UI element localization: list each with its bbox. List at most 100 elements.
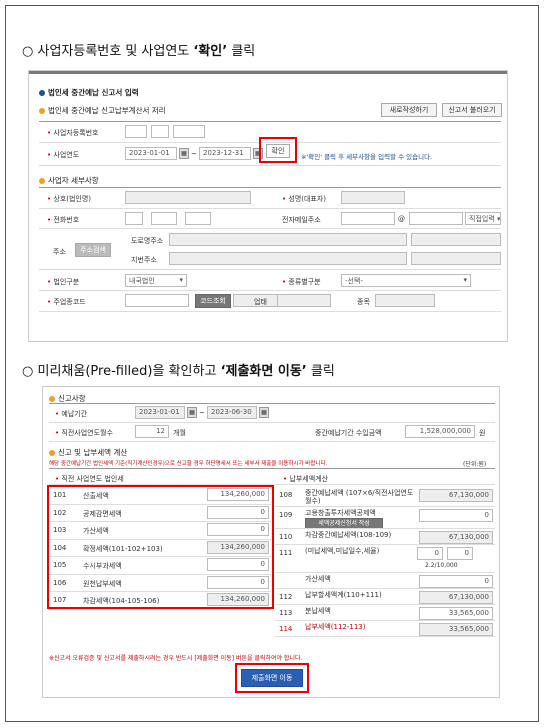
right-row-label: 분납세액 [305,607,331,615]
email-at: @ [398,215,405,223]
rep-name-label: • 성명(대표자) [282,195,327,203]
trade-name-label: • 상호(법인명) [47,195,92,203]
left-row-value[interactable]: 0 [207,558,269,571]
period-income-input[interactable]: 1,528,000,000 [405,425,475,438]
left-row-label: 가산세액 [83,527,109,535]
kind-select[interactable]: -선택- ▾ [341,274,471,287]
left-row-label: 수시부과세액 [83,562,122,570]
year-label: • 사업연도 [47,151,80,159]
bizno-label: • 사업자등록번호 [47,129,99,137]
left-row-no: 101 [53,491,67,499]
industry-code-input[interactable] [125,294,189,307]
highlight-box [259,137,297,163]
calendar-icon: ▦ [187,407,197,418]
taxpayer-section-title: 사업자 세부사항 [39,175,99,186]
email-domain-input[interactable] [409,212,463,225]
left-row-label: 원천납부세액 [83,579,122,588]
right-row-value: 67,130,000 [419,531,493,544]
corp-type-label: • 법인구분 [47,278,80,286]
lot-addr-label: 지번주소 [131,256,157,264]
end-date-input[interactable]: 2023-12-31 [199,147,251,160]
left-row-value: 134,260,000 [207,540,269,554]
bizno-input-3[interactable] [173,125,205,138]
right-row-no: 114 [279,625,293,633]
road-address-input[interactable] [169,233,407,246]
right-row-value: 33,565,000 [419,623,493,636]
right-row-label: 가산세액 [305,575,331,583]
form-subtitle: 법인세 중간예납 신고납부계산서 저리 [39,105,166,116]
rep-name-input[interactable] [341,191,405,204]
unit-label: (단위:원) [463,461,487,468]
left-row-value: 134,260,000 [207,593,269,606]
phone-input-3[interactable] [185,212,211,225]
trade-name-input[interactable] [125,191,251,204]
top-bar [29,71,507,74]
left-row-no: 103 [53,526,67,534]
phone-label: • 전화번호 [47,216,80,224]
highlight-box-submit [235,663,309,693]
address-label: 주소 [53,248,66,256]
prev-months-input[interactable]: 12 [135,425,169,438]
prepay-period-label: • 예납기간 [55,410,88,418]
left-row-label: 공제감면세액 [83,509,122,518]
item-label: 종목 [357,298,370,306]
corp-type-select[interactable]: 내국법인 ▾ [125,274,187,287]
left-row-no: 107 [53,596,67,604]
kind-label: • 종류별구분 [282,278,321,286]
address-search-button[interactable]: 주소검색 [75,243,111,257]
right-row-no: 113 [279,609,293,617]
lot-address-input[interactable] [169,252,407,265]
start-date-input[interactable]: 2023-01-01 [125,147,177,160]
right-row-value[interactable]: 33,565,000 [419,607,493,620]
prev-months-label: • 직전사업연도월수 [55,429,113,437]
left-row-no: 104 [53,543,67,552]
right-row-label: (미납세액,미납일수,세율) [305,547,380,555]
left-row-value[interactable]: 0 [207,523,269,536]
calendar-icon: ▦ [259,407,269,418]
right-row-label: 차감중간예납세액(108-109) [305,531,392,539]
right-row-label: 고용창출투자세액공제액 [305,509,376,517]
right-row-no: 108 [279,491,293,499]
email-id-input[interactable] [341,212,395,225]
step1-caption: ○ 사업자등록번호 및 사업연도 ‘확인’ 클릭 [22,44,256,59]
period-income-label: 중간예납기간 수입금액 [315,429,382,437]
right-row-no: 110 [279,533,293,541]
phone-input-1[interactable] [125,212,143,225]
right-row-value: 67,130,000 [419,591,493,604]
left-header: • 직전 사업연도 법인세 [55,475,124,483]
business-label: 업태 [254,298,267,306]
load-report-button[interactable]: 신고서 불러오기 [442,103,502,117]
left-row-value[interactable]: 134,260,000 [207,488,269,501]
bizno-input-2[interactable] [151,125,169,138]
right-row-value[interactable]: 0 [419,509,493,522]
won-unit: 원 [479,429,486,437]
calendar-icon[interactable]: ▦ [179,148,189,159]
road-address-detail[interactable] [411,233,501,246]
left-row-no: 105 [53,561,67,569]
period-end-input: 2023-06-30 [207,406,257,419]
right-header: • 납부세액계산 [283,475,329,483]
unpaid-days-input[interactable]: 0 [447,547,473,560]
left-row-value[interactable]: 0 [207,575,269,589]
code-lookup-button[interactable]: 코드조회 [195,294,231,308]
left-row-label: 산출세액 [83,492,109,500]
right-row-value[interactable]: 0 [419,575,493,588]
phone-input-2[interactable] [151,212,177,225]
lot-address-detail[interactable] [411,252,501,265]
right-row-value: 67,130,000 [419,489,493,502]
email-domain-select[interactable]: 직접입력 ▾ [465,212,501,225]
month-unit: 개월 [173,429,186,437]
business-input[interactable] [277,294,331,307]
right-row-no: 112 [279,593,293,601]
right-row-label: 납부할세액계(110+111) [305,591,382,599]
bizno-input-1[interactable] [125,125,147,138]
right-row-label: 중간예납세액 (107×6/직전사업연도월수) [305,489,414,505]
calc-note: 해당 중간예납기간 법인세액 기준(직기계산인경우)으로 신고할 경우 하단명세… [49,461,328,467]
date-tilde: ~ [191,150,197,158]
industry-code-label: • 주업종코드 [47,298,86,306]
rewrite-button[interactable]: 새로작성하기 [381,103,437,117]
unpaid-amount-input[interactable]: 0 [417,547,443,560]
confirm-hint: ※'확인' 클릭 후 세부사항을 입력할 수 있습니다. [301,153,433,161]
item-input[interactable] [375,294,435,307]
left-row-value[interactable]: 0 [207,505,269,519]
